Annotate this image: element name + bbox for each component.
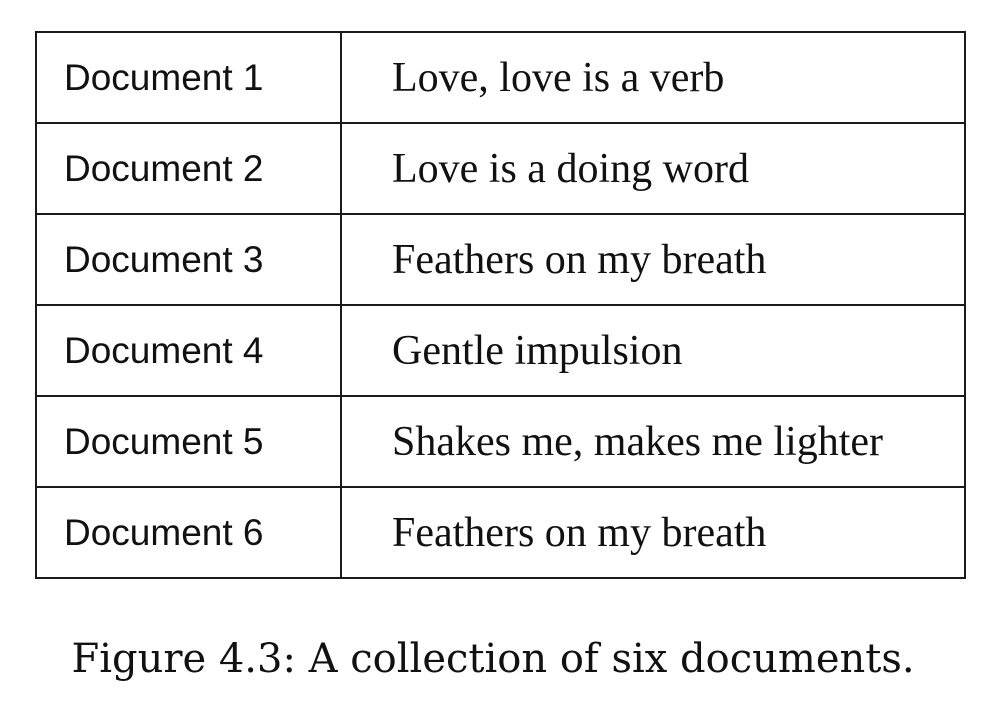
document-name-cell: Document 4 — [35, 304, 342, 397]
table-row: Document 5 Shakes me, makes me lighter — [35, 395, 966, 488]
table-row: Document 3 Feathers on my breath — [35, 213, 966, 306]
documents-table: Document 1 Love, love is a verb Document… — [35, 31, 966, 579]
table-row: Document 4 Gentle impulsion — [35, 304, 966, 397]
documents-table-body: Document 1 Love, love is a verb Document… — [35, 31, 966, 579]
document-text-cell: Feathers on my breath — [340, 213, 966, 306]
document-name-cell: Document 5 — [35, 395, 342, 488]
document-text-cell: Shakes me, makes me lighter — [340, 395, 966, 488]
document-text-cell: Love is a doing word — [340, 122, 966, 215]
document-name-cell: Document 2 — [35, 122, 342, 215]
document-name-cell: Document 3 — [35, 213, 342, 306]
document-text-cell: Gentle impulsion — [340, 304, 966, 397]
document-text-cell: Feathers on my breath — [340, 486, 966, 579]
figure-caption: Figure 4.3: A collection of six document… — [71, 636, 915, 682]
document-text-cell: Love, love is a verb — [340, 31, 966, 124]
document-name-cell: Document 6 — [35, 486, 342, 579]
document-name-cell: Document 1 — [35, 31, 342, 124]
table-row: Document 2 Love is a doing word — [35, 122, 966, 215]
table-row: Document 6 Feathers on my breath — [35, 486, 966, 579]
table-row: Document 1 Love, love is a verb — [35, 31, 966, 124]
